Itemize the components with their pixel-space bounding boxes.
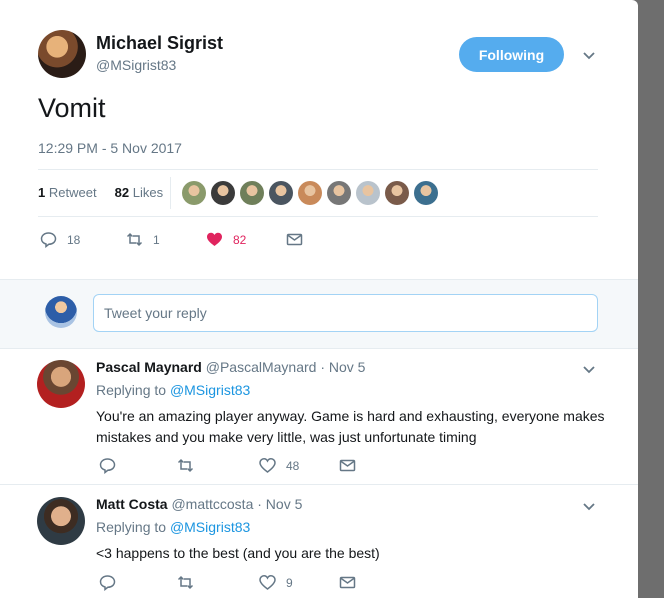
reply-avatar[interactable] [37, 360, 85, 408]
reply-tweet[interactable]: Pascal Maynard @PascalMaynard · Nov 5 Re… [0, 348, 638, 485]
scrollbar[interactable] [638, 0, 664, 598]
liker-avatars [182, 181, 438, 205]
envelope-icon [286, 233, 303, 246]
reply-author-handle[interactable]: @mattccosta [171, 496, 253, 512]
like-button[interactable]: 82 [206, 231, 286, 248]
direct-message-button[interactable] [339, 457, 379, 474]
like-count: 48 [286, 458, 300, 473]
tweet-actions: 18 1 82 [40, 231, 326, 248]
reply-header: Pascal Maynard @PascalMaynard · Nov 5 [96, 359, 365, 375]
direct-message-button[interactable] [339, 574, 379, 591]
reply-author-handle[interactable]: @PascalMaynard [206, 359, 317, 375]
reply-date[interactable]: · Nov 5 [257, 496, 302, 512]
main-tweet: Michael Sigrist @MSigrist83 Following Vo… [0, 0, 638, 278]
replying-to: Replying to @MSigrist83 [96, 519, 251, 535]
retweet-button[interactable]: 1 [126, 231, 206, 248]
liker-avatar[interactable] [298, 181, 322, 205]
liker-avatar[interactable] [414, 181, 438, 205]
tweet-timestamp[interactable]: 12:29 PM - 5 Nov 2017 [38, 140, 182, 156]
divider [38, 169, 598, 170]
liker-avatar[interactable] [385, 181, 409, 205]
retweet-button[interactable] [177, 574, 259, 591]
direct-message-button[interactable] [286, 231, 326, 248]
reply-actions: 48 [99, 457, 379, 474]
tweet-text: Vomit [38, 93, 106, 123]
liker-avatar[interactable] [269, 181, 293, 205]
reply-author-name[interactable]: Matt Costa [96, 496, 168, 512]
reply-date[interactable]: · Nov 5 [320, 359, 365, 375]
envelope-icon [339, 459, 356, 472]
reply-text: You're an amazing player anyway. Game is… [96, 408, 605, 445]
reply-tweet[interactable]: Matt Costa @mattccosta · Nov 5 Replying … [0, 485, 638, 598]
reply-actions: 9 [99, 574, 379, 591]
reply-icon [99, 458, 116, 474]
tweet-stats: 1 Retweet 82 Likes [38, 185, 163, 200]
chevron-down-icon[interactable] [582, 362, 596, 376]
reply-icon [40, 232, 57, 248]
author-avatar[interactable] [38, 30, 86, 78]
reply-button[interactable]: 18 [40, 231, 126, 248]
user-avatar[interactable] [45, 296, 77, 328]
liker-avatar[interactable] [327, 181, 351, 205]
reply-button[interactable] [99, 457, 177, 474]
likes-stat[interactable]: 82 Likes [115, 185, 163, 200]
reply-count: 18 [67, 232, 81, 247]
replying-to-link[interactable]: @MSigrist83 [170, 382, 250, 398]
reply-author-name[interactable]: Pascal Maynard [96, 359, 202, 375]
divider [170, 177, 171, 209]
heart-icon [207, 232, 222, 246]
liker-avatar[interactable] [211, 181, 235, 205]
following-button[interactable]: Following [459, 37, 564, 72]
like-count: 9 [286, 575, 293, 590]
chevron-down-icon[interactable] [582, 48, 596, 62]
reply-text: <3 happens to the best (and you are the … [96, 545, 380, 561]
retweet-count: 1 [153, 232, 160, 247]
like-button[interactable]: 9 [259, 574, 339, 591]
retweet-button[interactable] [177, 457, 259, 474]
like-button[interactable]: 48 [259, 457, 339, 474]
divider [38, 216, 598, 217]
like-count: 82 [233, 232, 247, 247]
reply-header: Matt Costa @mattccosta · Nov 5 [96, 496, 302, 512]
chevron-down-icon[interactable] [582, 499, 596, 513]
reply-icon [99, 575, 116, 591]
tweet-modal: Michael Sigrist @MSigrist83 Following Vo… [0, 0, 638, 598]
author-name[interactable]: Michael Sigrist [96, 33, 223, 54]
liker-avatar[interactable] [356, 181, 380, 205]
reply-button[interactable] [99, 574, 177, 591]
retweet-icon [177, 458, 194, 473]
replying-to-link[interactable]: @MSigrist83 [170, 519, 250, 535]
reply-avatar[interactable] [37, 497, 85, 545]
retweet-icon [126, 232, 143, 247]
reply-composer: Tweet your reply [0, 279, 638, 349]
replying-to: Replying to @MSigrist83 [96, 382, 251, 398]
liker-avatar[interactable] [240, 181, 264, 205]
heart-outline-icon [259, 458, 276, 473]
heart-outline-icon [259, 575, 276, 590]
retweet-stat[interactable]: 1 Retweet [38, 185, 97, 200]
reply-input[interactable]: Tweet your reply [93, 294, 598, 332]
author-handle[interactable]: @MSigrist83 [96, 57, 176, 73]
liker-avatar[interactable] [182, 181, 206, 205]
retweet-icon [177, 575, 194, 590]
envelope-icon [339, 576, 356, 589]
